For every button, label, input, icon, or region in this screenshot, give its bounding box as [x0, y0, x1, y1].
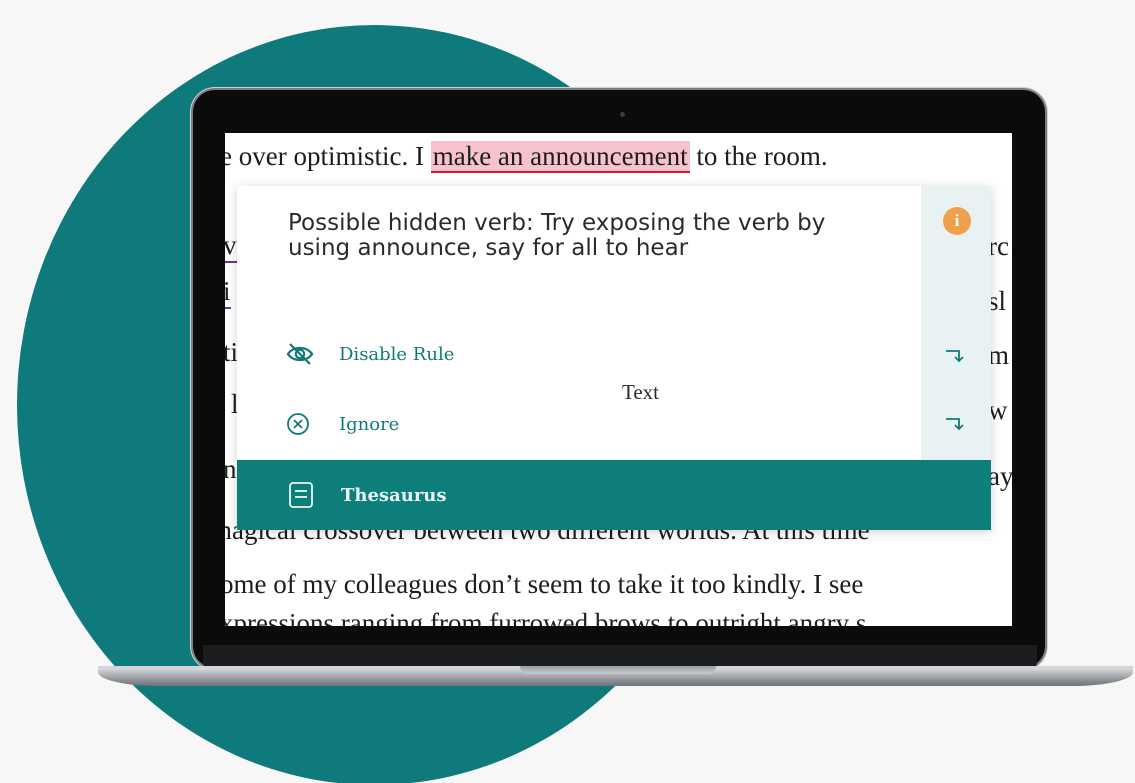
laptop-notch [520, 666, 716, 674]
suggestion-popup: i Possible hidden verb: Try exposing the… [237, 186, 991, 530]
apply-arrow-icon[interactable] [945, 416, 967, 432]
disable-rule-button[interactable]: Disable Rule [285, 341, 454, 367]
eye-off-icon [285, 341, 315, 367]
document-fragment: m [988, 340, 1010, 370]
document-fragment: rc [988, 231, 1009, 261]
document-fragment: i [225, 276, 231, 309]
x-circle-icon [285, 411, 315, 437]
camera [620, 112, 625, 117]
document-line-expressions: xpressions ranging from furrowed brows t… [225, 608, 867, 626]
highlighted-phrase[interactable]: make an announcement [430, 141, 690, 173]
document-fragment: n [225, 454, 237, 484]
suggestion-text: Possible hidden verb: Try exposing the v… [288, 210, 826, 261]
document-line-colleagues: ome of my colleagues don’t seem to take … [225, 569, 864, 599]
document-text: e over optimistic. I [225, 141, 431, 171]
book-icon [288, 481, 314, 509]
document-text: to the room. [689, 141, 828, 171]
laptop-screen: e over optimistic. I make an announcemen… [225, 133, 1012, 626]
ignore-button[interactable]: Ignore [285, 411, 399, 437]
document-fragment: v [225, 230, 237, 263]
thesaurus-label: Thesaurus [341, 484, 447, 506]
document-line-1: e over optimistic. I make an announcemen… [225, 141, 828, 173]
laptop-bottom-bezel [203, 645, 1037, 667]
document-fragment: ay [988, 461, 1012, 491]
info-icon[interactable]: i [943, 207, 971, 235]
thesaurus-button[interactable]: Thesaurus [237, 460, 991, 530]
disable-rule-label: Disable Rule [339, 343, 455, 365]
center-text: Text [622, 380, 660, 404]
ignore-label: Ignore [339, 413, 400, 435]
apply-arrow-icon[interactable] [945, 348, 967, 364]
